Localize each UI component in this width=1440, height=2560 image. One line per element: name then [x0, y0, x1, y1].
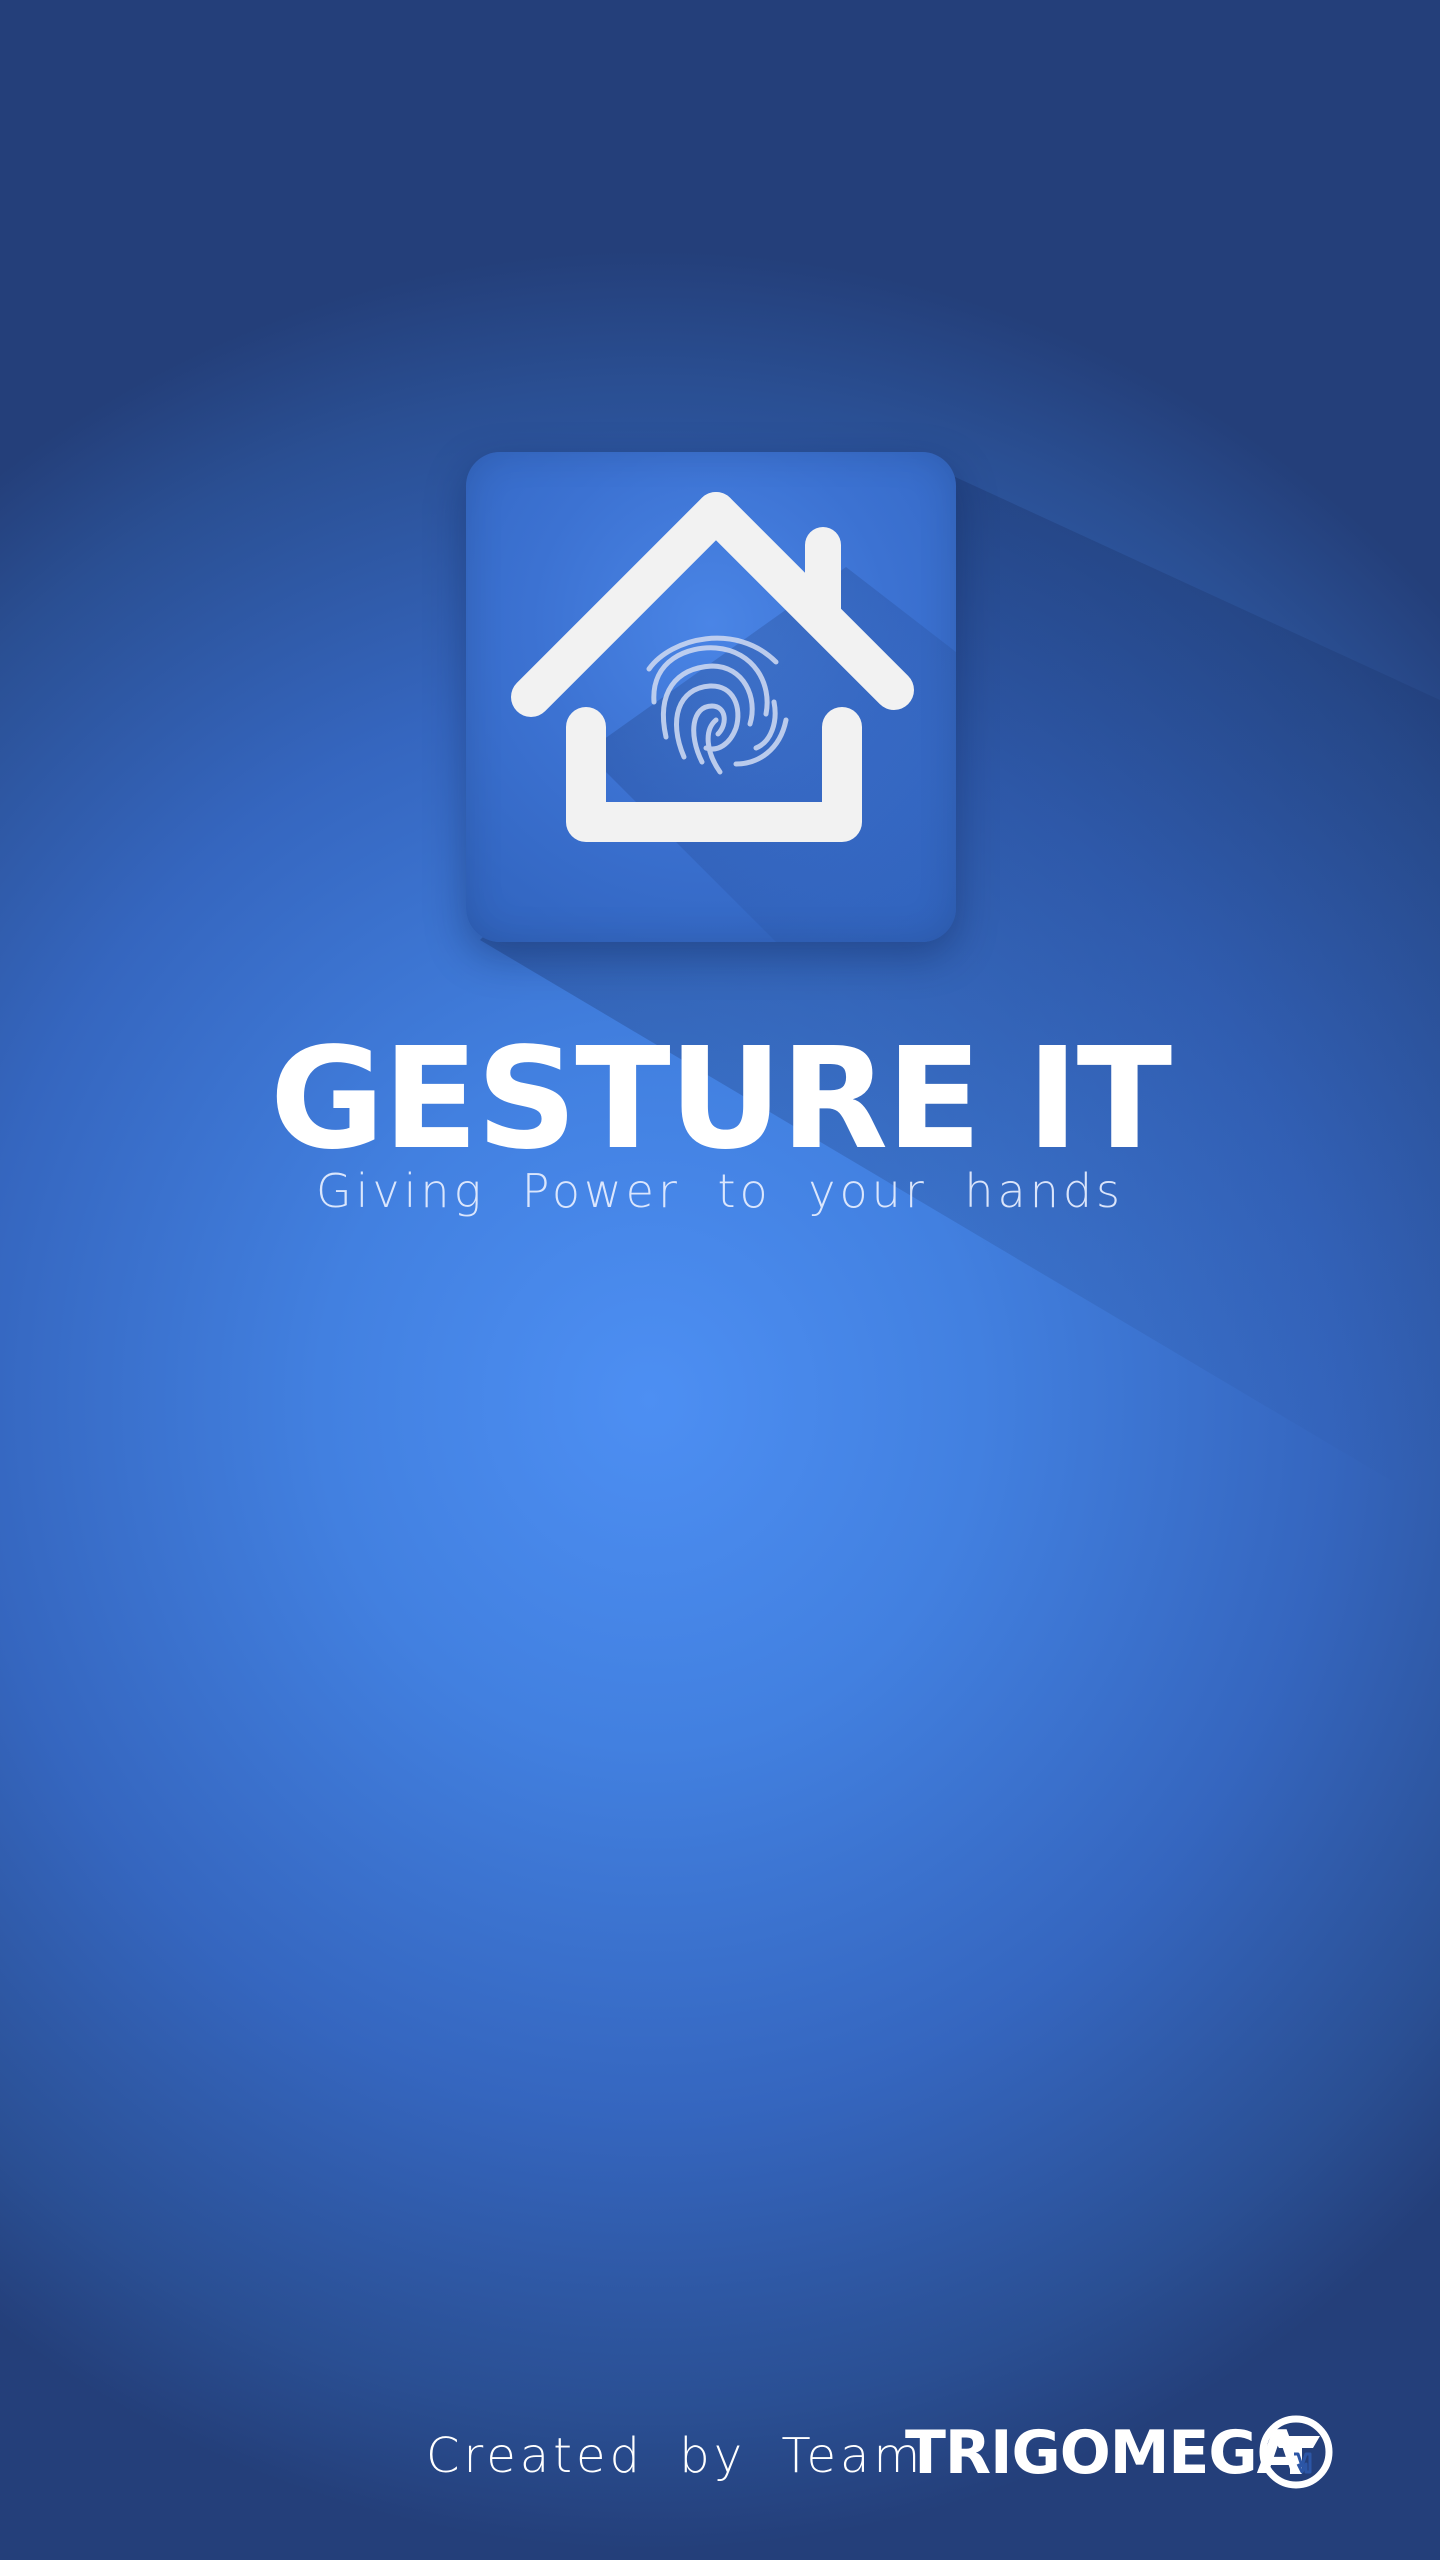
trigomega-logo-icon — [1259, 2415, 1333, 2489]
long-shadow — [480, 470, 1440, 1480]
app-icon — [466, 452, 956, 942]
credit-text: Created by Team — [426, 2428, 925, 2484]
app-tagline: Giving Power to your hands — [315, 1164, 1125, 1218]
app-title: GESTURE IT — [269, 1018, 1172, 1181]
house-fingerprint-icon — [511, 492, 956, 942]
brand-name: TRIGOMEGA — [905, 2418, 1303, 2488]
footer-credit: Created by Team TRIGOMEGA — [0, 2414, 1440, 2494]
